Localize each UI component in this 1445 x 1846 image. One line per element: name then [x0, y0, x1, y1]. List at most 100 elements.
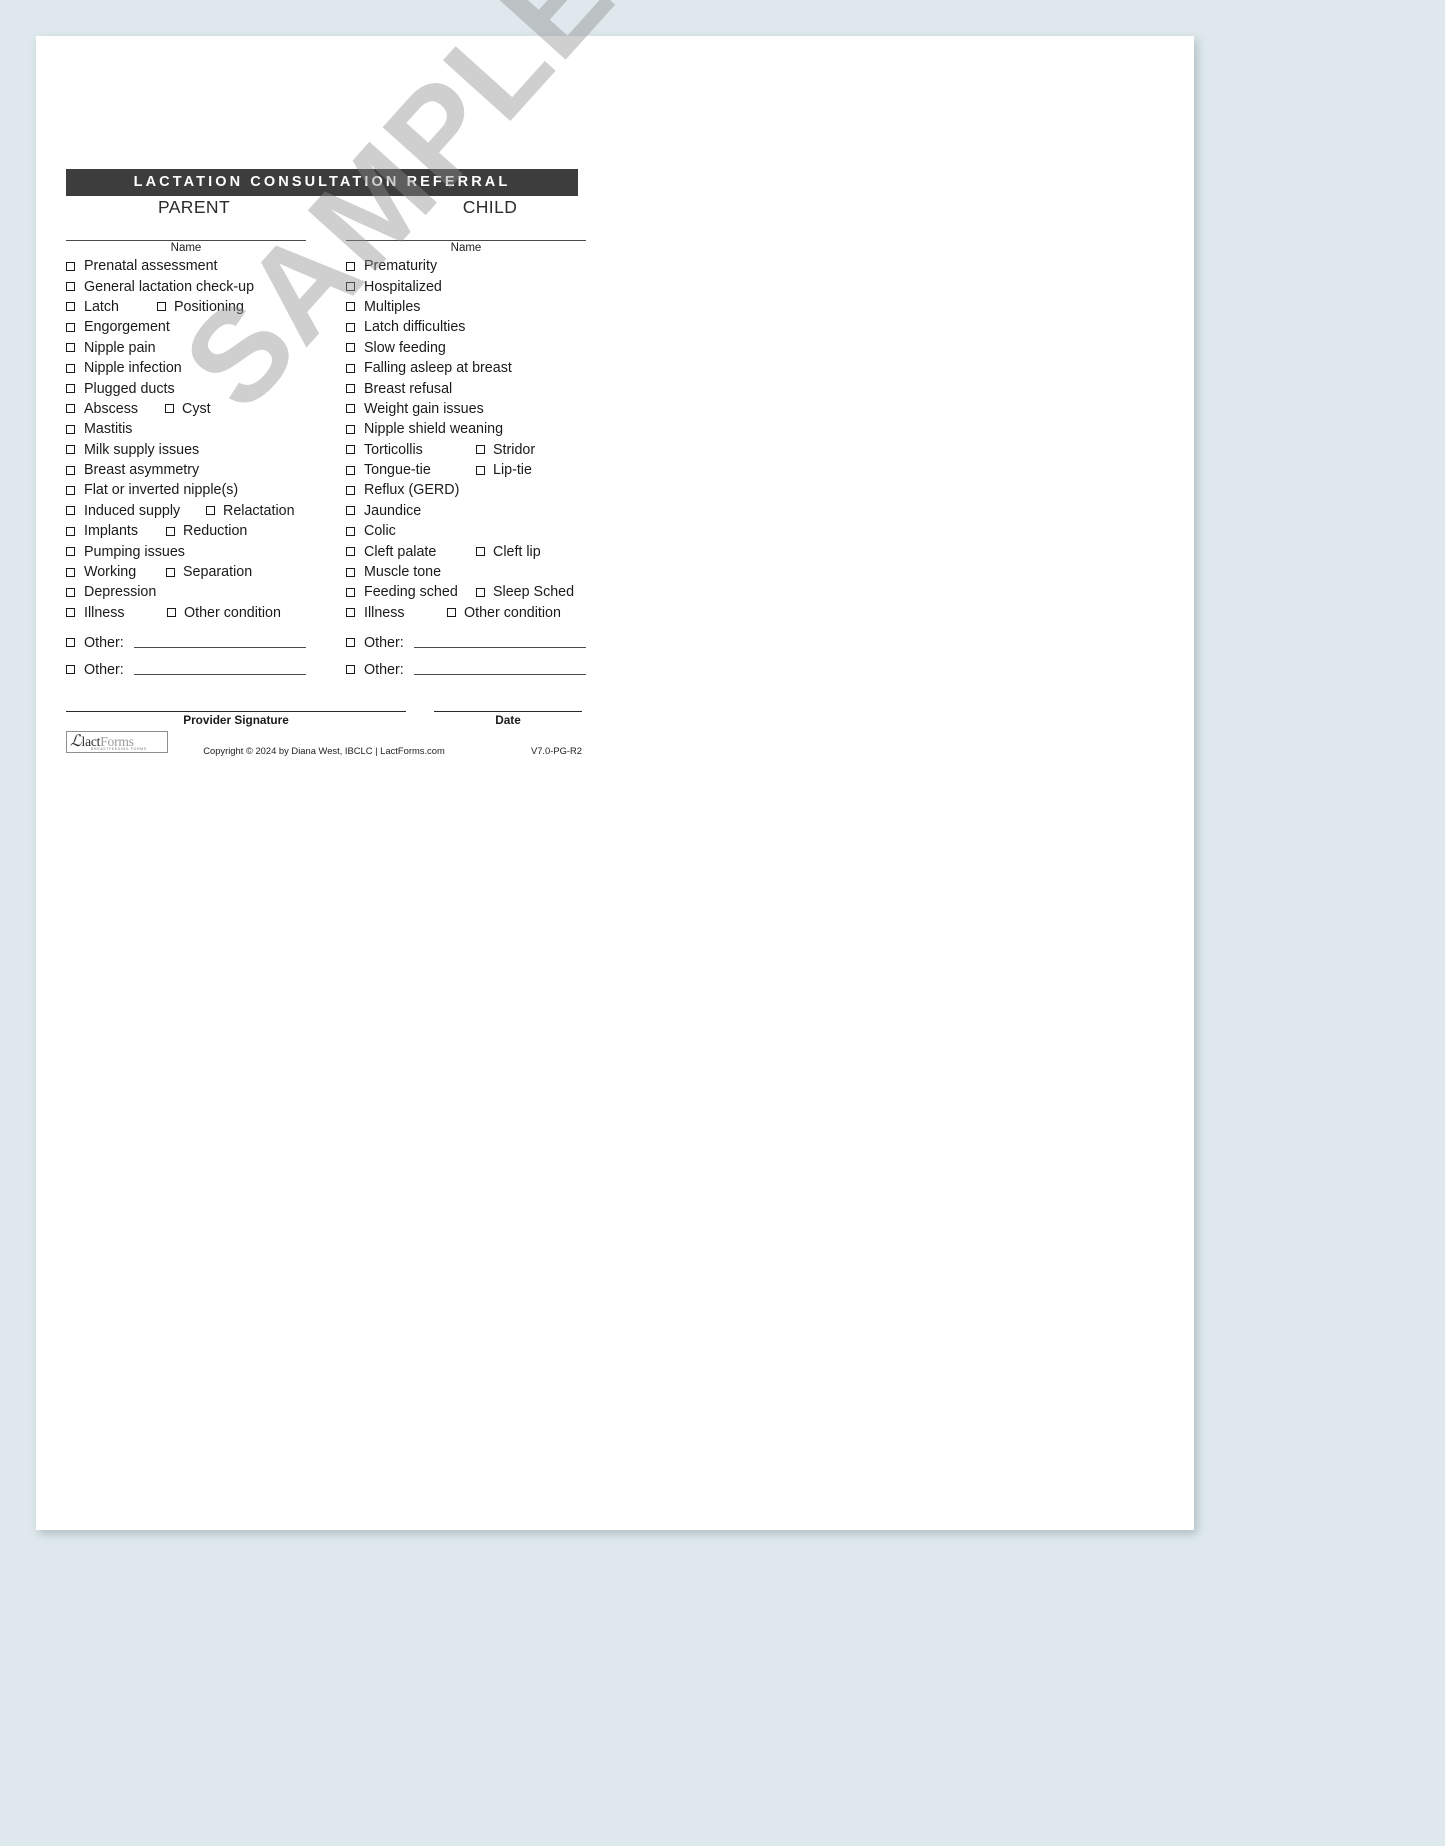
checkbox[interactable]: [66, 526, 75, 536]
checklist-item[interactable]: Nipple pain: [66, 338, 306, 358]
checklist-item-secondary[interactable]: Stridor: [476, 440, 535, 460]
other-row[interactable]: Other:: [346, 629, 586, 656]
checklist-item-secondary[interactable]: Reduction: [166, 521, 247, 541]
checkbox[interactable]: [66, 343, 75, 353]
checklist-item[interactable]: Cleft palate Cleft lip: [346, 541, 586, 561]
checkbox[interactable]: [66, 567, 75, 577]
checkbox[interactable]: [346, 282, 355, 292]
checklist-item-secondary[interactable]: Other condition: [167, 603, 281, 623]
checkbox[interactable]: [346, 547, 355, 557]
checklist-item[interactable]: Induced supply Relactation: [66, 501, 306, 521]
checklist-item-secondary[interactable]: Cleft lip: [476, 541, 541, 561]
checkbox[interactable]: [346, 322, 355, 332]
other-row[interactable]: Other:: [66, 656, 306, 683]
checkbox[interactable]: [346, 485, 355, 495]
checkbox[interactable]: [346, 261, 355, 271]
checkbox[interactable]: [66, 322, 75, 332]
checkbox[interactable]: [166, 567, 175, 577]
other-input-line[interactable]: [133, 662, 306, 675]
checklist-item[interactable]: Depression: [66, 582, 306, 602]
checklist-item[interactable]: Milk supply issues: [66, 440, 306, 460]
checkbox[interactable]: [66, 302, 75, 312]
checklist-item[interactable]: Weight gain issues: [346, 399, 586, 419]
parent-name-field-line[interactable]: [66, 240, 306, 241]
checklist-item[interactable]: Illness Other condition: [66, 603, 306, 623]
checklist-item[interactable]: Mastitis: [66, 419, 306, 439]
checklist-item[interactable]: Muscle tone: [346, 562, 586, 582]
checklist-item[interactable]: Reflux (GERD): [346, 480, 586, 500]
provider-signature-field[interactable]: Provider Signature: [66, 711, 406, 727]
checkbox[interactable]: [165, 404, 174, 414]
checklist-item-secondary[interactable]: Positioning: [157, 297, 244, 317]
checklist-item[interactable]: Illness Other condition: [346, 603, 586, 623]
checkbox[interactable]: [346, 404, 355, 414]
checkbox[interactable]: [66, 384, 75, 394]
checklist-item[interactable]: Falling asleep at breast: [346, 358, 586, 378]
checkbox[interactable]: [157, 302, 166, 312]
checklist-item[interactable]: Plugged ducts: [66, 378, 306, 398]
checklist-item[interactable]: Hospitalized: [346, 276, 586, 296]
checkbox[interactable]: [66, 547, 75, 557]
checkbox[interactable]: [66, 261, 75, 271]
checklist-item[interactable]: Nipple infection: [66, 358, 306, 378]
other-input-line[interactable]: [413, 635, 586, 648]
checkbox[interactable]: [346, 363, 355, 373]
checklist-item[interactable]: Engorgement: [66, 317, 306, 337]
date-line[interactable]: [434, 711, 582, 713]
other-input-line[interactable]: [133, 635, 306, 648]
checkbox[interactable]: [66, 424, 75, 434]
checkbox[interactable]: [66, 363, 75, 373]
checkbox[interactable]: [346, 506, 355, 516]
checklist-item[interactable]: Pumping issues: [66, 541, 306, 561]
checklist-item-secondary[interactable]: Sleep Sched: [476, 582, 574, 602]
checkbox[interactable]: [346, 608, 355, 618]
checklist-item[interactable]: Abscess Cyst: [66, 399, 306, 419]
checkbox[interactable]: [66, 465, 75, 475]
checklist-item[interactable]: Nipple shield weaning: [346, 419, 586, 439]
checklist-item[interactable]: Jaundice: [346, 501, 586, 521]
checkbox[interactable]: [66, 506, 75, 516]
checkbox[interactable]: [346, 465, 355, 475]
other-row[interactable]: Other:: [66, 629, 306, 656]
checklist-item-secondary[interactable]: Other condition: [447, 603, 561, 623]
checkbox[interactable]: [476, 445, 485, 455]
checkbox[interactable]: [166, 526, 175, 536]
checklist-item[interactable]: Multiples: [346, 297, 586, 317]
checklist-item[interactable]: Flat or inverted nipple(s): [66, 480, 306, 500]
checklist-item-secondary[interactable]: Separation: [166, 562, 252, 582]
checklist-item[interactable]: Breast refusal: [346, 378, 586, 398]
checklist-item[interactable]: Feeding sched Sleep Sched: [346, 582, 586, 602]
checklist-item[interactable]: Prenatal assessment: [66, 256, 306, 276]
checkbox[interactable]: [66, 485, 75, 495]
checkbox[interactable]: [476, 547, 485, 557]
checkbox[interactable]: [66, 404, 75, 414]
checkbox[interactable]: [476, 465, 485, 475]
checklist-item[interactable]: General lactation check-up: [66, 276, 306, 296]
checklist-item[interactable]: Torticollis Stridor: [346, 440, 586, 460]
date-field[interactable]: Date: [434, 711, 582, 727]
checkbox[interactable]: [346, 424, 355, 434]
checkbox[interactable]: [476, 587, 485, 597]
checklist-item[interactable]: Working Separation: [66, 562, 306, 582]
checkbox[interactable]: [66, 445, 75, 455]
checkbox[interactable]: [346, 445, 355, 455]
checkbox[interactable]: [346, 302, 355, 312]
checklist-item[interactable]: Implants Reduction: [66, 521, 306, 541]
checkbox[interactable]: [447, 608, 456, 618]
checkbox[interactable]: [346, 665, 355, 675]
other-input-line[interactable]: [413, 662, 586, 675]
checkbox[interactable]: [346, 638, 355, 648]
provider-signature-line[interactable]: [66, 711, 406, 713]
child-name-field-line[interactable]: [346, 240, 586, 241]
checklist-item[interactable]: Tongue-tie Lip-tie: [346, 460, 586, 480]
checkbox[interactable]: [66, 587, 75, 597]
checklist-item-secondary[interactable]: Cyst: [165, 399, 211, 419]
checkbox[interactable]: [346, 526, 355, 536]
checkbox[interactable]: [346, 587, 355, 597]
checkbox[interactable]: [167, 608, 176, 618]
checkbox[interactable]: [346, 343, 355, 353]
checklist-item[interactable]: Breast asymmetry: [66, 460, 306, 480]
checkbox[interactable]: [346, 567, 355, 577]
checkbox[interactable]: [66, 282, 75, 292]
checkbox[interactable]: [66, 638, 75, 648]
